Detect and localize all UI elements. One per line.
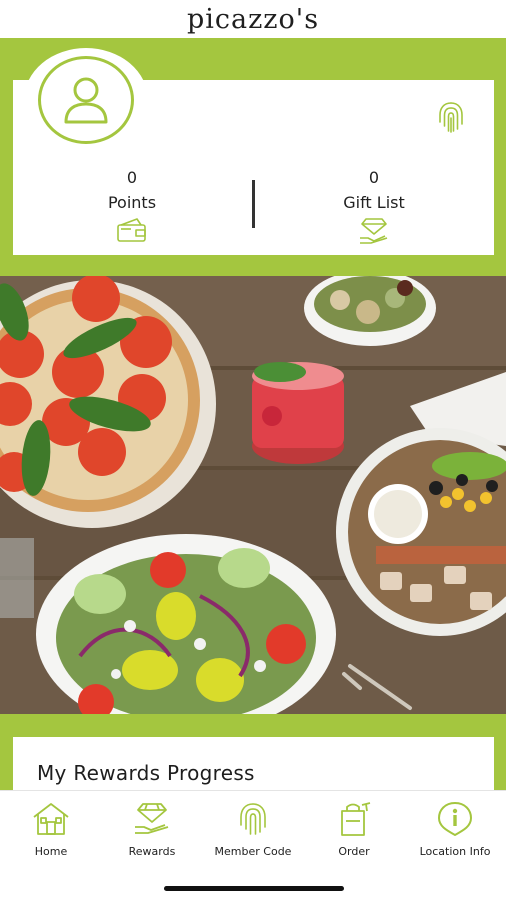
rewards-progress-card[interactable]: My Rewards Progress — [13, 737, 494, 797]
diamond-hand-icon — [360, 218, 388, 244]
house-icon — [33, 803, 69, 835]
tab-order-label: Order — [338, 845, 370, 858]
app-header: picazzo's — [0, 0, 506, 38]
avatar-ring — [38, 56, 134, 144]
bottom-tab-bar: Home Rewards Member Code Order Location … — [0, 790, 506, 900]
avatar[interactable] — [24, 48, 148, 152]
fingerprint-icon — [240, 803, 266, 835]
user-icon — [64, 77, 108, 124]
tab-location-info[interactable]: Location Info — [405, 801, 505, 858]
tab-home[interactable]: Home — [1, 801, 101, 858]
wallet-icon — [117, 218, 146, 242]
stats-divider — [252, 180, 255, 228]
tab-home-label: Home — [34, 845, 68, 858]
hero-food-image — [0, 276, 506, 714]
home-indicator[interactable] — [164, 886, 344, 891]
points-value: 0 — [126, 168, 138, 187]
tab-order[interactable]: Order — [304, 801, 404, 858]
info-pin-icon — [438, 802, 472, 836]
takeout-bag-icon — [341, 802, 371, 836]
tab-rewards[interactable]: Rewards — [102, 801, 202, 858]
rewards-progress-title: My Rewards Progress — [37, 761, 255, 785]
fingerprint-icon[interactable] — [436, 100, 466, 134]
brand-logo: picazzo's — [186, 3, 320, 35]
tab-member-code[interactable]: Member Code — [203, 801, 303, 858]
points-label: Points — [107, 193, 157, 212]
gift-value: 0 — [368, 168, 380, 187]
gift-list-stat[interactable]: 0 Gift List — [294, 168, 454, 246]
tab-member-code-label: Member Code — [214, 845, 292, 858]
diamond-hand-icon — [135, 803, 169, 834]
tab-rewards-label: Rewards — [128, 845, 176, 858]
points-stat[interactable]: 0 Points — [52, 168, 212, 244]
tab-location-info-label: Location Info — [419, 845, 491, 858]
gift-label: Gift List — [343, 193, 405, 212]
